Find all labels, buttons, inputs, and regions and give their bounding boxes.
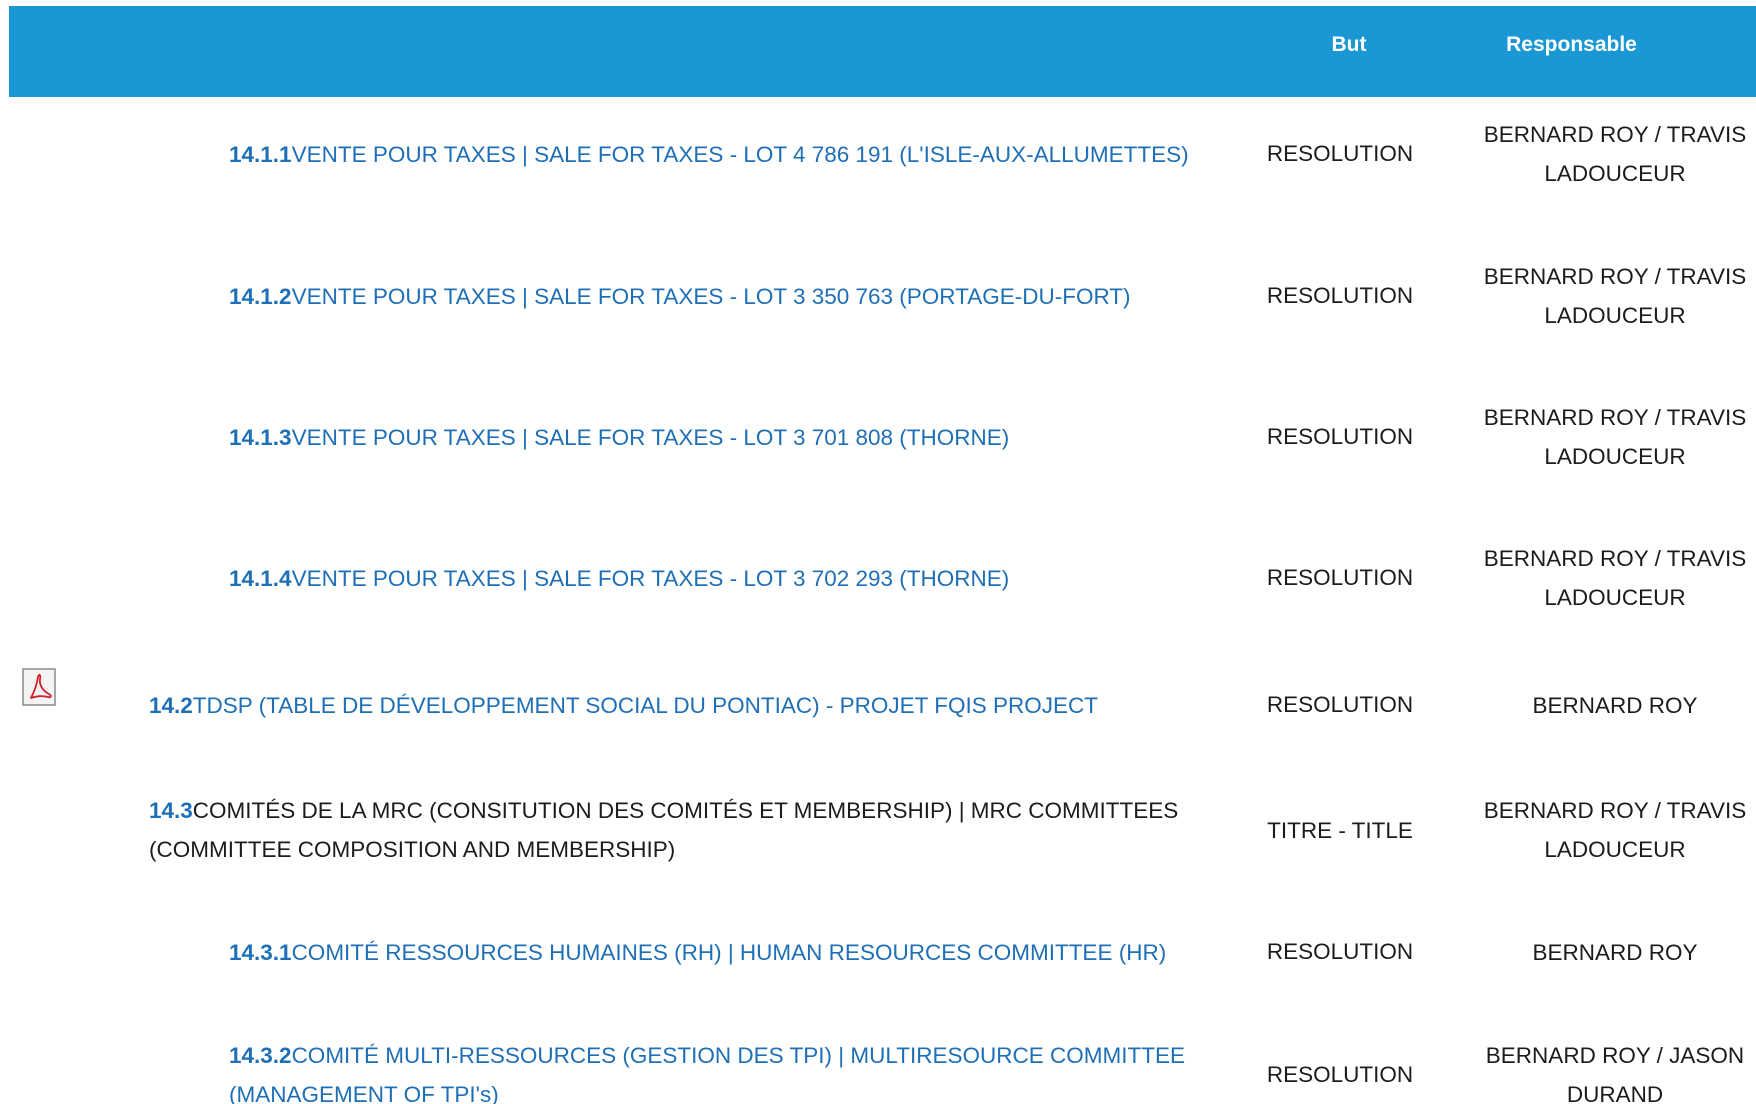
item-number: 14.3.1: [229, 939, 292, 965]
item-title: VENTE POUR TAXES | SALE FOR TAXES - LOT …: [291, 565, 1010, 591]
agenda-item-link[interactable]: 14.3.1COMITÉ RESSOURCES HUMAINES (RH) | …: [229, 932, 1189, 972]
item-responsible: BERNARD ROY: [1532, 939, 1698, 965]
agenda-item-heading: 14.3COMITÉS DE LA MRC (CONSITUTION DES C…: [149, 791, 1189, 869]
item-title: TDSP (TABLE DE DÉVELOPPEMENT SOCIAL DU P…: [192, 692, 1098, 718]
item-purpose: RESOLUTION: [1266, 283, 1414, 308]
item-number: 14.1.1: [229, 141, 292, 167]
item-responsible: BERNARD ROY / TRAVIS LADOUCEUR: [1483, 264, 1747, 328]
table-header: But Responsable: [9, 6, 1756, 97]
agenda-item-link[interactable]: 14.1.3VENTE POUR TAXES | SALE FOR TAXES …: [229, 417, 1189, 457]
item-purpose: RESOLUTION: [1266, 424, 1414, 449]
agenda-item-link[interactable]: 14.1.1VENTE POUR TAXES | SALE FOR TAXES …: [229, 134, 1189, 174]
item-purpose: RESOLUTION: [1266, 141, 1414, 166]
item-purpose: RESOLUTION: [1266, 692, 1414, 717]
item-number: 14.2: [149, 692, 193, 718]
item-responsible: BERNARD ROY / JASON DURAND: [1485, 1043, 1745, 1104]
header-responsible: Responsable: [1506, 33, 1637, 56]
item-responsible: BERNARD ROY / TRAVIS LADOUCEUR: [1483, 405, 1747, 469]
item-purpose: RESOLUTION: [1266, 1062, 1414, 1087]
item-title: COMITÉ MULTI-RESSOURCES (GESTION DES TPI…: [229, 1043, 1185, 1104]
agenda-item-link[interactable]: 14.2TDSP (TABLE DE DÉVELOPPEMENT SOCIAL …: [149, 685, 1189, 725]
agenda-table: But Responsable 14.1.1VENTE POUR TAXES |…: [0, 0, 1756, 1104]
item-responsible: BERNARD ROY / TRAVIS LADOUCEUR: [1483, 798, 1747, 862]
item-purpose: RESOLUTION: [1266, 939, 1414, 964]
pdf-icon[interactable]: [22, 668, 56, 706]
item-title: VENTE POUR TAXES | SALE FOR TAXES - LOT …: [291, 424, 1010, 450]
item-purpose: TITRE - TITLE: [1267, 818, 1413, 843]
item-number: 14.3: [149, 798, 193, 823]
item-purpose: RESOLUTION: [1266, 565, 1414, 590]
item-responsible: BERNARD ROY / TRAVIS LADOUCEUR: [1483, 546, 1747, 610]
item-number: 14.1.4: [229, 565, 292, 591]
item-title: COMITÉS DE LA MRC (CONSITUTION DES COMIT…: [149, 798, 1179, 862]
item-number: 14.1.3: [229, 424, 292, 450]
header-purpose: But: [1331, 33, 1367, 56]
item-number: 14.1.2: [229, 283, 292, 309]
item-number: 14.3.2: [229, 1043, 292, 1068]
item-responsible: BERNARD ROY: [1532, 692, 1698, 718]
item-title: VENTE POUR TAXES | SALE FOR TAXES - LOT …: [291, 283, 1131, 309]
agenda-item-link[interactable]: 14.1.4VENTE POUR TAXES | SALE FOR TAXES …: [229, 558, 1189, 598]
agenda-item-link[interactable]: 14.1.2VENTE POUR TAXES | SALE FOR TAXES …: [229, 276, 1189, 316]
item-title: VENTE POUR TAXES | SALE FOR TAXES - LOT …: [291, 141, 1189, 167]
item-title: COMITÉ RESSOURCES HUMAINES (RH) | HUMAN …: [291, 939, 1167, 965]
agenda-item-link[interactable]: 14.3.2COMITÉ MULTI-RESSOURCES (GESTION D…: [229, 1036, 1189, 1104]
item-responsible: BERNARD ROY / TRAVIS LADOUCEUR: [1483, 122, 1747, 186]
